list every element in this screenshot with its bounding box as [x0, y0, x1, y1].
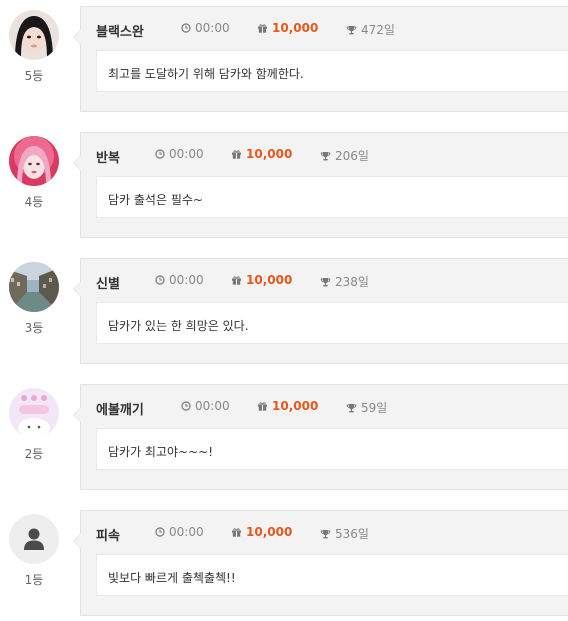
- attendance-entry: 1등 피속 00:00 10,000 536일 빛보다 빠르게 출첵출첵!!: [0, 510, 568, 616]
- streak-value: 238일: [335, 275, 369, 289]
- gift-icon: [257, 23, 268, 33]
- clock-icon: [181, 401, 191, 411]
- rank-label: 5등: [24, 69, 44, 83]
- time-info: 00:00: [155, 273, 204, 287]
- rank-label: 3등: [24, 321, 44, 335]
- entry-meta: 에볼깨기 00:00 10,000 59일: [81, 385, 568, 427]
- points-value: 10,000: [246, 147, 293, 161]
- comment-text: 담카가 최고야~~~!: [96, 428, 568, 470]
- attendance-entry: 3등 신별 00:00 10,000 238일 담카가 있는 한 희망은 있다.: [0, 258, 568, 364]
- trophy-icon: [320, 277, 331, 287]
- user-name[interactable]: 피속: [96, 525, 120, 544]
- comment-text: 빛보다 빠르게 출첵출첵!!: [96, 554, 568, 596]
- user-name[interactable]: 반복: [96, 147, 120, 166]
- time-value: 00:00: [195, 21, 230, 35]
- avatar-photo-pink-hair-icon: [9, 136, 59, 186]
- points-info: 10,000: [231, 147, 292, 161]
- avatar[interactable]: [9, 514, 59, 564]
- streak-value: 472일: [361, 23, 395, 37]
- trophy-icon: [346, 403, 357, 413]
- gift-icon: [257, 401, 268, 411]
- avatar[interactable]: [9, 262, 59, 312]
- avatar-photo-canal-icon: [9, 262, 59, 312]
- streak-value: 59일: [361, 401, 388, 415]
- streak-info: 59일: [346, 399, 387, 416]
- trophy-icon: [346, 25, 357, 35]
- streak-info: 238일: [320, 273, 369, 290]
- time-value: 00:00: [195, 399, 230, 413]
- entry-meta: 블랙스완 00:00 10,000 472일: [81, 7, 568, 49]
- streak-info: 472일: [346, 21, 395, 38]
- entry-meta: 피속 00:00 10,000 536일: [81, 511, 568, 553]
- rank-label: 1등: [24, 573, 44, 587]
- comment-card: 블랙스완 00:00 10,000 472일 최고를 도달하기 위해 담카와 함…: [73, 6, 568, 112]
- time-value: 00:00: [169, 273, 204, 287]
- avatar[interactable]: [9, 136, 59, 186]
- attendance-entry: 5등 블랙스완 00:00 10,000 472일 최고를 도달하기 위해 담카…: [0, 6, 568, 112]
- points-value: 10,000: [246, 273, 293, 287]
- points-value: 10,000: [272, 21, 319, 35]
- points-value: 10,000: [272, 399, 319, 413]
- time-info: 00:00: [155, 525, 204, 539]
- comment-card: 반복 00:00 10,000 206일 담카 출석은 필수~: [73, 132, 568, 238]
- comment-card: 피속 00:00 10,000 536일 빛보다 빠르게 출첵출첵!!: [73, 510, 568, 616]
- points-info: 10,000: [257, 21, 318, 35]
- user-name[interactable]: 블랙스완: [96, 21, 144, 40]
- points-info: 10,000: [257, 399, 318, 413]
- streak-info: 536일: [320, 525, 369, 542]
- attendance-entry: 2등 에볼깨기 00:00 10,000 59일 담카가 최고야~~~!: [0, 384, 568, 490]
- time-info: 00:00: [155, 147, 204, 161]
- time-info: 00:00: [181, 21, 230, 35]
- gift-icon: [231, 527, 242, 537]
- trophy-icon: [320, 151, 331, 161]
- points-value: 10,000: [246, 525, 293, 539]
- trophy-icon: [320, 529, 331, 539]
- entry-meta: 반복 00:00 10,000 206일: [81, 133, 568, 175]
- comment-text: 최고를 도달하기 위해 담카와 함께한다.: [96, 50, 568, 92]
- time-value: 00:00: [169, 525, 204, 539]
- time-value: 00:00: [169, 147, 204, 161]
- attendance-entry: 4등 반복 00:00 10,000 206일 담카 출석은 필수~: [0, 132, 568, 238]
- points-info: 10,000: [231, 273, 292, 287]
- streak-info: 206일: [320, 147, 369, 164]
- rank-label: 2등: [24, 447, 44, 461]
- avatar-default-user-icon: [9, 514, 59, 564]
- clock-icon: [155, 149, 165, 159]
- gift-icon: [231, 275, 242, 285]
- clock-icon: [155, 275, 165, 285]
- entry-meta: 신별 00:00 10,000 238일: [81, 259, 568, 301]
- points-info: 10,000: [231, 525, 292, 539]
- user-name[interactable]: 에볼깨기: [96, 399, 144, 418]
- streak-value: 206일: [335, 149, 369, 163]
- avatar-photo-girl-icon: [9, 10, 59, 60]
- comment-card: 에볼깨기 00:00 10,000 59일 담카가 최고야~~~!: [73, 384, 568, 490]
- avatar[interactable]: [9, 10, 59, 60]
- streak-value: 536일: [335, 527, 369, 541]
- avatar[interactable]: [9, 388, 59, 438]
- comment-text: 담카 출석은 필수~: [96, 176, 568, 218]
- clock-icon: [155, 527, 165, 537]
- rank-label: 4등: [24, 195, 44, 209]
- time-info: 00:00: [181, 399, 230, 413]
- clock-icon: [181, 23, 191, 33]
- avatar-illustration-pastel-icon: [9, 388, 59, 438]
- gift-icon: [231, 149, 242, 159]
- user-name[interactable]: 신별: [96, 273, 120, 292]
- comment-card: 신별 00:00 10,000 238일 담카가 있는 한 희망은 있다.: [73, 258, 568, 364]
- comment-text: 담카가 있는 한 희망은 있다.: [96, 302, 568, 344]
